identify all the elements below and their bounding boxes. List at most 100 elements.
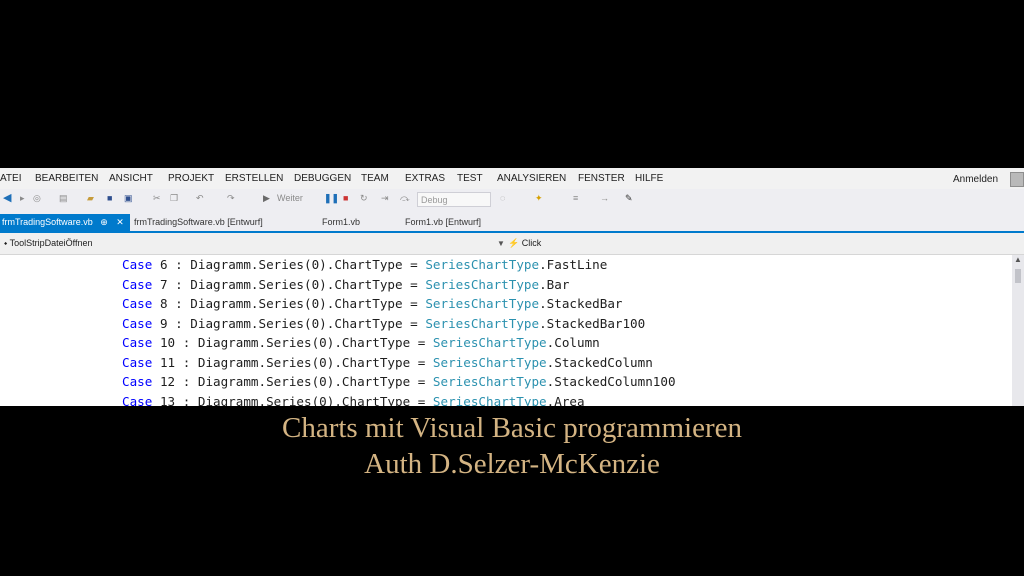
case-number: 10 [159,335,176,350]
vertical-scrollbar[interactable]: ▲ [1012,255,1024,406]
menu-extras[interactable]: EXTRAS [405,173,445,184]
event-dropdown[interactable]: ⚡ Click [508,238,541,249]
enum-member: StackedColumn100 [554,374,676,389]
video-caption: Charts mit Visual Basic programmieren Au… [0,410,1024,482]
type-name: SeriesChartType [425,276,540,292]
configuration-dropdown[interactable]: Debug [417,192,491,207]
ide-window: ATEI BEARBEITEN ANSICHT PROJEKT ERSTELLE… [0,168,1024,406]
enum-member: Area [554,393,585,407]
menu-bar: ATEI BEARBEITEN ANSICHT PROJEKT ERSTELLE… [0,168,1024,189]
restart-icon[interactable]: ↻ [360,193,368,204]
caption-title: Charts mit Visual Basic programmieren [281,412,743,444]
code-editor[interactable]: Case 6 : Diagramm.Series(0).ChartType = … [0,255,1012,406]
case-number: 11 [159,354,176,370]
tab-frmtradingsoftware-entwurf[interactable]: frmTradingSoftware.vb [Entwurf] [134,215,263,229]
code-lines: Case 6 : Diagramm.Series(0).ChartType = … [122,255,676,406]
code-expression: : Diagramm.Series(0).ChartType = [175,393,433,407]
close-tab-icon[interactable]: ✕ [116,217,124,227]
pin-icon[interactable]: ⊕ [100,217,108,227]
case-number: 8 [159,296,168,311]
cut-icon[interactable]: ✂ [153,193,161,204]
code-expression: : Diagramm.Series(0).ChartType = [167,315,426,331]
enum-member: FastLine [546,257,608,272]
account-icon[interactable] [1010,172,1024,187]
enum-member: Column [554,335,600,350]
keyword-case: Case [122,276,153,292]
code-expression: : Diagramm.Series(0).ChartType = [175,335,433,350]
member-dropdown[interactable]: ⬩ ToolStripDateiÖffnen [4,238,92,249]
tab-form1-entwurf[interactable]: Form1.vb [Entwurf] [405,215,481,229]
code-line: Case 10 : Diagramm.Series(0).ChartType =… [122,333,676,353]
code-expression: : Diagramm.Series(0).ChartType = [175,374,433,389]
find-icon[interactable]: ✦ [535,193,543,204]
stop-icon[interactable]: ■ [343,193,348,203]
case-number: 7 [159,276,168,292]
document-tabs: frmTradingSoftware.vb ⊕ ✕ frmTradingSoft… [0,211,1024,233]
member-icon: ⬩ [4,238,8,248]
menu-debuggen[interactable]: DEBUGGEN [294,173,351,184]
type-name: SeriesChartType [425,315,540,331]
save-icon[interactable]: ■ [107,193,112,203]
code-line: Case 12 : Diagramm.Series(0).ChartType =… [122,372,676,392]
code-line: Case 8 : Diagramm.Series(0).ChartType = … [122,294,676,314]
chevron-down-icon[interactable]: ▼ [497,239,505,248]
step-icon[interactable]: ⇥ [381,193,389,204]
keyword-case: Case [122,374,153,389]
attach-icon[interactable]: ◌ [500,193,505,203]
type-name: SeriesChartType [432,354,547,370]
copy-icon[interactable]: ❐ [170,193,178,204]
enum-member: StackedBar100 [546,315,646,331]
menu-fenster[interactable]: FENSTER [578,173,625,184]
scrollbar-thumb[interactable] [1015,269,1021,283]
menu-erstellen[interactable]: ERSTELLEN [225,173,283,184]
code-line: Case 11 : Diagramm.Series(0).ChartType =… [122,353,676,373]
code-line: Case 7 : Diagramm.Series(0).ChartType = … [122,275,676,295]
tab-form1-vb[interactable]: Form1.vb [322,215,360,229]
member-dot: . [539,296,547,311]
sign-in-link[interactable]: Anmelden [953,174,998,185]
save-all-icon[interactable]: ▣ [124,193,133,204]
scroll-up-icon[interactable]: ▲ [1014,255,1022,264]
continue-play-icon[interactable]: ▶ [263,193,270,204]
keyword-case: Case [122,354,153,370]
keyword-case: Case [122,393,153,407]
menu-projekt[interactable]: PROJEKT [168,173,214,184]
menu-hilfe[interactable]: HILFE [635,173,663,184]
redo-icon[interactable]: ↷ [227,193,235,204]
code-line: Case 13 : Diagramm.Series(0).ChartType =… [122,392,676,407]
code-line: Case 9 : Diagramm.Series(0).ChartType = … [122,314,676,334]
forward-icon[interactable]: ▸ [20,193,25,204]
open-file-icon[interactable]: ▰ [87,193,94,204]
pause-icon[interactable]: ❚❚ [324,193,339,204]
back-icon[interactable]: ◀ [3,191,11,204]
member-dot: . [539,315,547,331]
toolbar: ◀ ▸ ◎ ▤ ▰ ■ ▣ ✂ ❐ ↶ ↷ ▶ Weiter ❚❚ ■ ↻ ⇥ … [0,189,1024,211]
tab-frmtradingsoftware-vb[interactable]: frmTradingSoftware.vb ⊕ ✕ [0,214,130,231]
keyword-case: Case [122,296,153,311]
code-expression: : Diagramm.Series(0).ChartType = [167,296,426,311]
continue-button[interactable]: Weiter [277,193,303,203]
step-over-icon[interactable]: ⤼ [400,193,410,204]
new-project-icon[interactable]: ▤ [59,193,68,204]
case-number: 12 [159,374,176,389]
code-expression: : Diagramm.Series(0).ChartType = [167,276,426,292]
forward-circle-icon[interactable]: ◎ [33,193,41,204]
tab-label: frmTradingSoftware.vb [2,217,93,227]
menu-test[interactable]: TEST [457,173,483,184]
comment-icon[interactable]: ≡ [573,193,578,203]
menu-ansicht[interactable]: ANSICHT [109,173,153,184]
member-dot: . [539,257,547,272]
indent-icon[interactable]: → [600,193,609,203]
code-expression: : Diagramm.Series(0).ChartType = [175,354,433,370]
type-name: SeriesChartType [425,257,540,272]
member-label: ToolStripDateiÖffnen [9,238,93,248]
undo-icon[interactable]: ↶ [196,193,204,204]
case-number: 6 [159,257,168,272]
menu-bearbeiten[interactable]: BEARBEITEN [35,173,98,184]
event-icon: ⚡ [508,238,520,248]
menu-team[interactable]: TEAM [361,173,389,184]
menu-analysieren[interactable]: ANALYSIEREN [497,173,566,184]
enum-member: StackedBar [546,296,623,311]
menu-datei[interactable]: ATEI [0,173,21,184]
bookmark-icon[interactable]: ✎ [625,193,633,204]
